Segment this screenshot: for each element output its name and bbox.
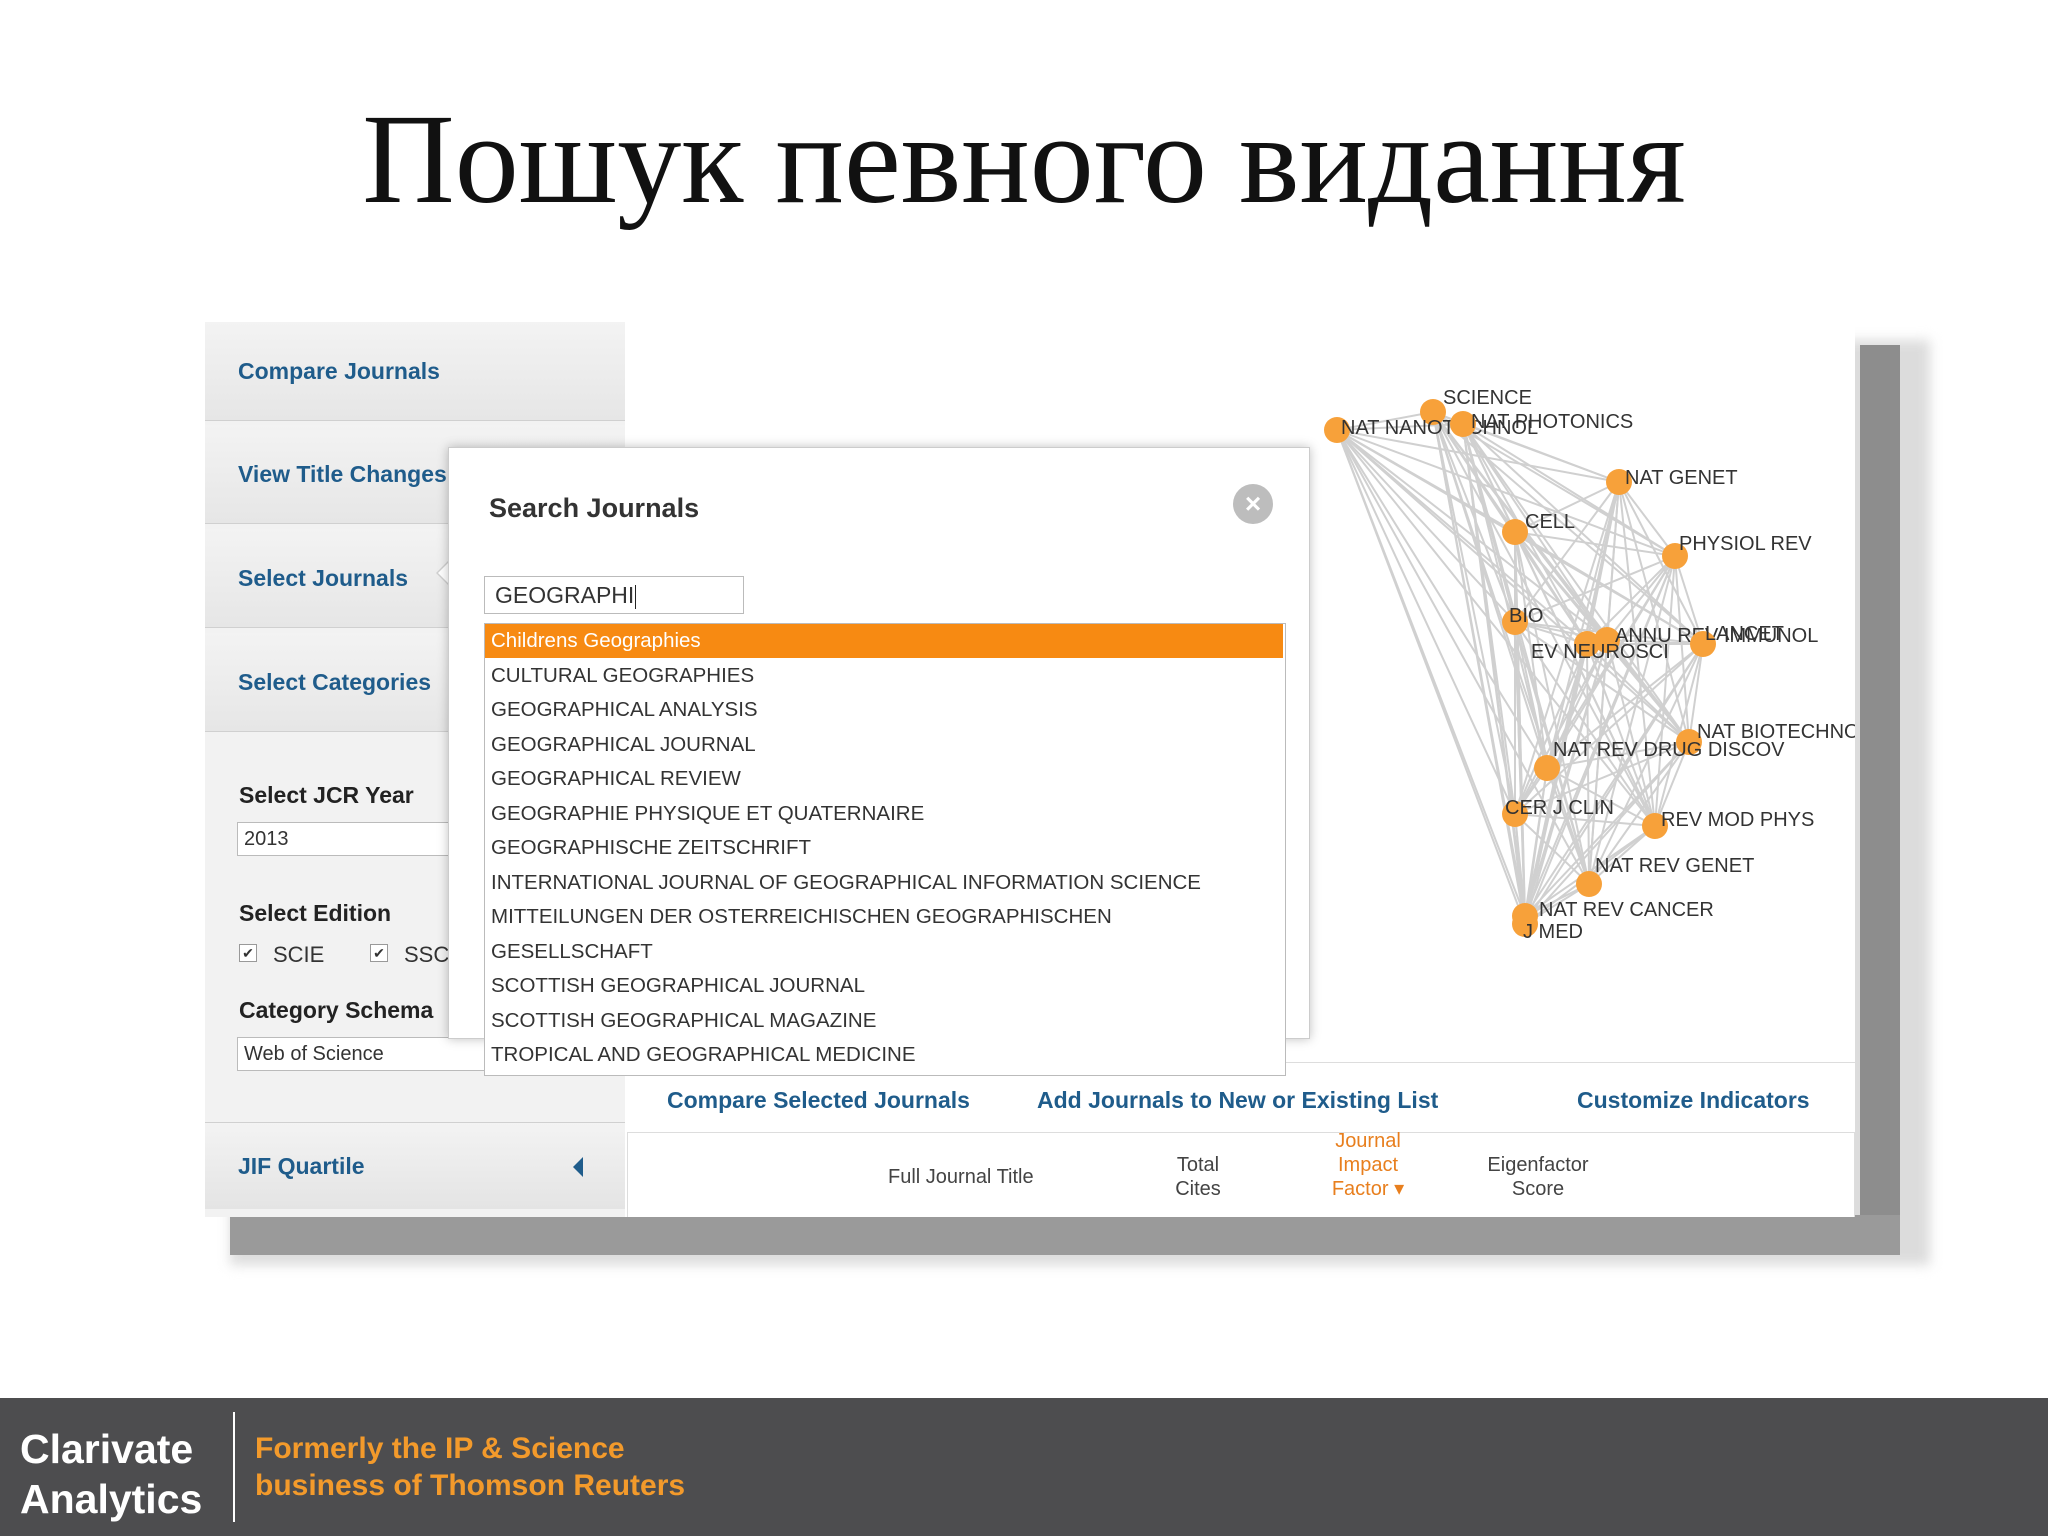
text-caret	[635, 584, 637, 609]
search-result[interactable]: GEOGRAPHICAL REVIEW	[485, 762, 1283, 796]
graph-edge	[1524, 643, 1704, 925]
scie-checkbox[interactable]: ✔	[239, 944, 257, 962]
collapse-arrow-icon[interactable]	[573, 1157, 583, 1177]
search-journals-modal: Search Journals × GEOGRAPHI Childrens Ge…	[448, 447, 1310, 1076]
search-results-list[interactable]: Childrens Geographies CULTURAL GEOGRAPHIE…	[484, 623, 1286, 1076]
search-result[interactable]: TROPICAL AND GEOGRAPHICAL MEDICINE	[485, 1038, 1283, 1072]
graph-node-label: NAT REV GENET	[1595, 855, 1754, 877]
col-label-line: Cites	[1175, 1178, 1221, 1200]
edition-label: Select Edition	[239, 900, 392, 926]
category-schema-label: Category Schema	[239, 997, 434, 1023]
graph-node-label: SCIENCE	[1443, 387, 1532, 409]
col-label-line: Factor	[1331, 1178, 1389, 1200]
sidebar-tab-label: Select Categories	[238, 669, 432, 695]
graph-node-label: EV NEUROSCI	[1531, 641, 1669, 663]
search-input-value: GEOGRAPHI	[495, 582, 635, 608]
close-icon[interactable]: ×	[1233, 484, 1273, 524]
scie-label: SCIE	[273, 942, 325, 967]
graph-node-label: REV MOD PHYS	[1661, 809, 1814, 831]
col-label-line: Score	[1511, 1178, 1565, 1200]
compare-selected-journals-link[interactable]: Compare Selected Journals	[667, 1087, 970, 1114]
results-table-header: Full Journal Title Total Cites Journal Imp…	[627, 1129, 1855, 1217]
search-result-selected[interactable]: Childrens Geographies	[485, 624, 1283, 658]
search-result[interactable]: GEOGRAPHICAL JOURNAL	[485, 728, 1283, 762]
graph-node-label: J MED	[1523, 921, 1583, 943]
search-result[interactable]: GEOGRAPHIE PHYSIQUE ET QUATERNAIRE	[485, 797, 1283, 831]
screenshot-shadow-right	[1860, 345, 1900, 1225]
footer: Clarivate Analytics Formerly the IP & Sc…	[0, 1398, 2048, 1536]
customize-indicators-link[interactable]: Customize Indicators	[1577, 1087, 1810, 1114]
jif-quartile-label: JIF Quartile	[238, 1153, 365, 1179]
slide-title: Пошук певного видання	[362, 88, 1686, 230]
modal-title: Search Journals	[489, 493, 700, 523]
ssci-checkbox[interactable]: ✔	[370, 944, 388, 962]
footer-divider	[233, 1412, 235, 1522]
graph-node-label: NAT REV CANCER	[1539, 899, 1714, 921]
graph-node-label: CELL	[1525, 511, 1575, 533]
col-label-line: Eigenfactor	[1487, 1154, 1589, 1176]
graph-node-label: NAT REV DRUG DISCOV	[1553, 739, 1785, 761]
sort-down-icon: ▾	[1394, 1178, 1405, 1200]
graph-node-label: NAT GENET	[1625, 467, 1738, 489]
search-result[interactable]: CULTURAL GEOGRAPHIES	[485, 659, 1283, 693]
col-journal-impact-factor[interactable]: Journal Impact Factor ▾	[1308, 1129, 1428, 1201]
search-result[interactable]: GEOGRAPHISCHE ZEITSCHRIFT	[485, 831, 1283, 865]
formerly-line2: business of Thomson Reuters	[255, 1469, 686, 1502]
col-label-line: Journal	[1335, 1130, 1401, 1152]
graph-node-label: LANCET	[1705, 623, 1784, 645]
search-result[interactable]: GEOGRAPHICAL ANALYSIS	[485, 693, 1283, 727]
brand-name-line1: Clarivate	[20, 1426, 194, 1472]
search-result[interactable]: SCOTTISH GEOGRAPHICAL JOURNAL	[485, 969, 1283, 1003]
formerly-line1: Formerly the IP & Science	[255, 1432, 625, 1465]
brand-name-line2: Analytics	[20, 1476, 203, 1522]
search-result[interactable]: INTERNATIONAL JOURNAL OF GEOGRAPHICAL IN…	[485, 866, 1283, 900]
jcr-screenshot: Compare Journals View Title Changes Sele…	[205, 322, 1855, 1217]
sidebar-tab-label: Compare Journals	[238, 358, 440, 384]
search-result[interactable]: MITTEILUNGEN DER OSTERREICHISCHEN GEOGRA…	[485, 900, 1283, 934]
col-total-cites[interactable]: Total Cites	[1158, 1153, 1238, 1201]
col-label-line: Impact	[1337, 1154, 1399, 1176]
col-eigenfactor-score[interactable]: Eigenfactor Score	[1468, 1153, 1608, 1201]
graph-node-label: CER J CLIN	[1505, 797, 1614, 819]
screenshot-shadow-bottom	[230, 1215, 1900, 1255]
search-result[interactable]: GESELLSCHAFT	[485, 935, 1283, 969]
col-full-journal-title[interactable]: Full Journal Title	[888, 1165, 1034, 1189]
search-result[interactable]: SCOTTISH GEOGRAPHICAL MAGAZINE	[485, 1004, 1283, 1038]
graph-node-label: PHYSIOL REV	[1679, 533, 1812, 555]
journal-search-input[interactable]: GEOGRAPHI	[484, 576, 744, 614]
graph-node-label: BIO	[1509, 605, 1543, 627]
sidebar-tab-compare-journals[interactable]: Compare Journals	[205, 322, 625, 421]
graph-node-label: NAT PHOTONICS	[1471, 411, 1633, 433]
col-label-line: Total	[1176, 1154, 1220, 1176]
jif-quartile-panel[interactable]: JIF Quartile	[205, 1122, 625, 1209]
add-journals-to-list-link[interactable]: Add Journals to New or Existing List	[1037, 1087, 1438, 1114]
sidebar-tab-label: Select Journals	[238, 565, 409, 591]
sidebar-tab-label: View Title Changes	[238, 461, 447, 487]
jcr-year-label: Select JCR Year	[239, 782, 414, 808]
category-schema-select[interactable]: Web of Science	[237, 1037, 487, 1071]
